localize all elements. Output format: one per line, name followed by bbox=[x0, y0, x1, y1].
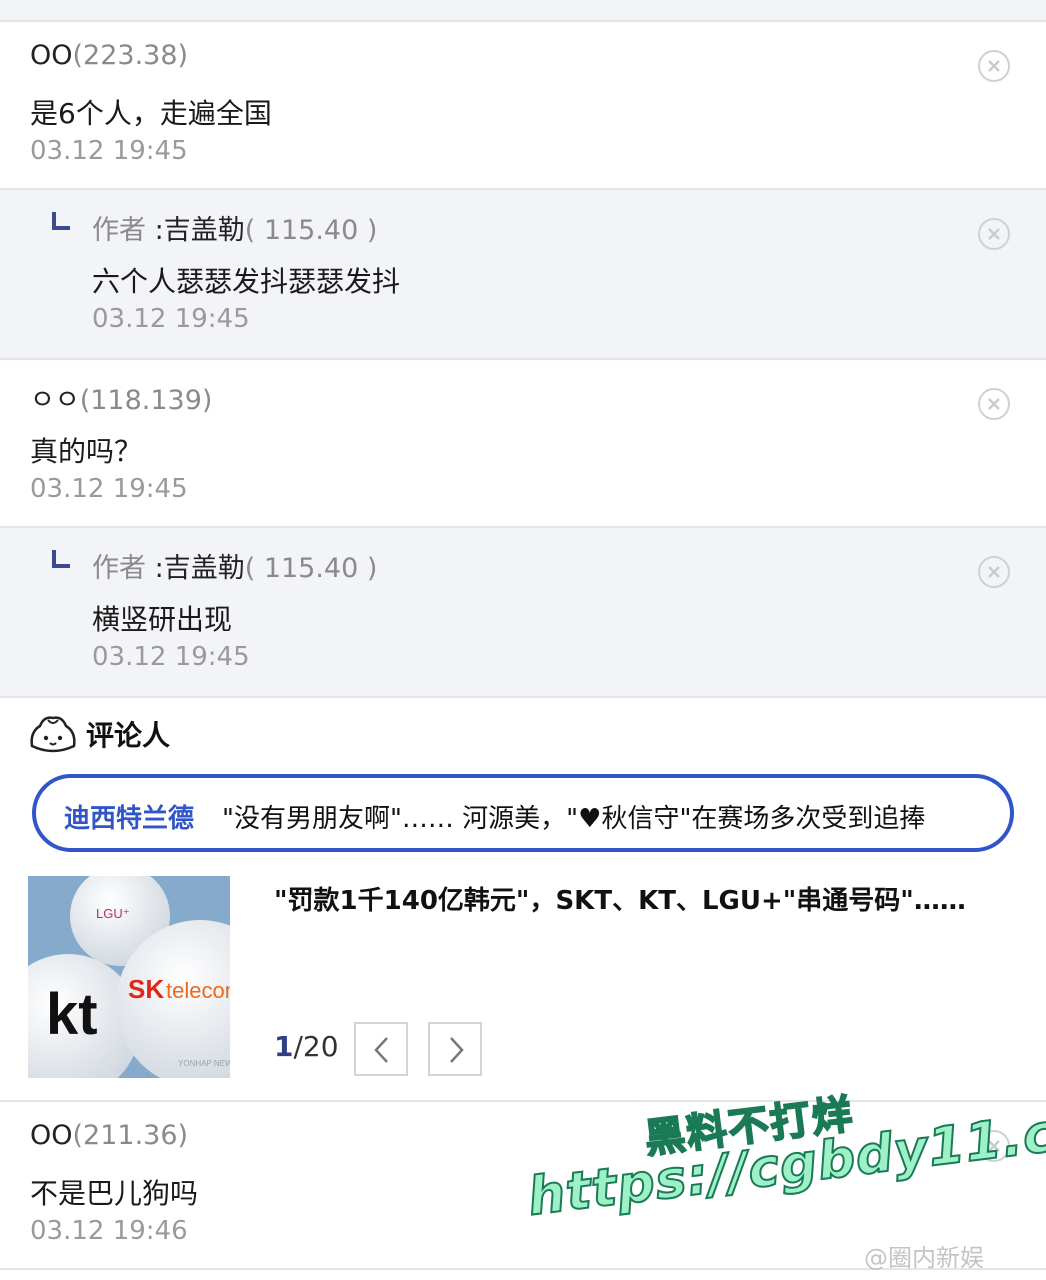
comment-text: 不是巴儿狗吗 bbox=[30, 1177, 199, 1210]
delete-button[interactable] bbox=[978, 50, 1010, 82]
news-headline: "没有男朋友啊"…… 河源美，"♥秋信守"在赛场多次受到追捧 bbox=[222, 804, 926, 834]
author-name: OO bbox=[30, 40, 73, 71]
author-name: :吉盖勒 bbox=[154, 215, 245, 246]
comment-time: 03.12 19:46 bbox=[30, 1216, 188, 1246]
comment-time: 03.12 19:45 bbox=[30, 474, 188, 504]
close-icon bbox=[988, 566, 1000, 578]
reply-arrow-icon bbox=[52, 212, 70, 230]
page-indicator: 1/20 bbox=[274, 1030, 339, 1063]
delete-button[interactable] bbox=[978, 388, 1010, 420]
author-ip: (223.38) bbox=[72, 40, 189, 71]
author-name: ㅇㅇ bbox=[30, 385, 80, 416]
news-headline-link[interactable]: 迪西特兰德 "没有男朋友啊"…… 河源美，"♥秋信守"在赛场多次受到追捧 bbox=[32, 774, 1014, 852]
telecom-logo: telecom bbox=[166, 978, 230, 1003]
next-page-button[interactable] bbox=[428, 1022, 482, 1076]
dumpling-icon bbox=[28, 712, 78, 760]
chevron-left-icon bbox=[374, 1037, 388, 1063]
comment-text: 真的吗？ bbox=[30, 435, 143, 468]
top-bar bbox=[0, 0, 1046, 22]
delete-button[interactable] bbox=[978, 556, 1010, 588]
comment-time: 03.12 19:45 bbox=[92, 642, 250, 672]
author-label: 作者 bbox=[92, 553, 146, 584]
reply-arrow-icon bbox=[52, 550, 70, 568]
comment-text: 横竖研出现 bbox=[92, 603, 233, 636]
kt-logo: kt bbox=[46, 982, 98, 1047]
section-title: 评论人 bbox=[86, 719, 171, 752]
news-thumbnail[interactable]: LGU⁺ kt SK telecom YONHAP NEWS bbox=[28, 876, 230, 1078]
reply-item: 作者 :吉盖勒( 115.40 ) 六个人瑟瑟发抖瑟瑟发抖 03.12 19:4… bbox=[0, 190, 1046, 360]
comment-author: OO(211.36) bbox=[30, 1120, 188, 1151]
close-icon bbox=[988, 60, 1000, 72]
yonhap-watermark: YONHAP NEWS bbox=[178, 1059, 230, 1068]
reply-item: 作者 :吉盖勒( 115.40 ) 横竖研出现 03.12 19:45 bbox=[0, 528, 1046, 698]
page-total: /20 bbox=[293, 1030, 339, 1063]
sk-logo: SK bbox=[128, 974, 164, 1004]
comment-item: ㅇㅇ(118.139) 真的吗？ 03.12 19:45 bbox=[0, 360, 1046, 528]
page-current: 1 bbox=[274, 1030, 294, 1063]
close-icon bbox=[988, 228, 1000, 240]
author-ip: ( 115.40 ) bbox=[244, 215, 378, 246]
comment-author: 作者 :吉盖勒( 115.40 ) bbox=[92, 208, 377, 247]
comment-author: OO(223.38) bbox=[30, 40, 188, 71]
close-icon bbox=[988, 398, 1000, 410]
author-name: :吉盖勒 bbox=[154, 553, 245, 584]
author-ip: (118.139) bbox=[79, 385, 213, 416]
delete-button[interactable] bbox=[978, 218, 1010, 250]
lgu-logo: LGU⁺ bbox=[96, 906, 130, 921]
comment-text: 六个人瑟瑟发抖瑟瑟发抖 bbox=[92, 265, 401, 298]
author-name: OO bbox=[30, 1120, 73, 1151]
story-title[interactable]: "罚款1千140亿韩元"，SKT、KT、LGU+"串通号码"…… bbox=[274, 880, 966, 917]
comment-time: 03.12 19:45 bbox=[30, 136, 188, 166]
prev-page-button[interactable] bbox=[354, 1022, 408, 1076]
news-source: 迪西特兰德 bbox=[64, 804, 195, 834]
weibo-watermark: @圈内新娱 bbox=[864, 1244, 984, 1272]
comment-item: OO(223.38) 是6个人，走遍全国 03.12 19:45 bbox=[0, 22, 1046, 190]
author-label: 作者 bbox=[92, 215, 146, 246]
chevron-right-icon bbox=[450, 1037, 464, 1063]
comment-author: 作者 :吉盖勒( 115.40 ) bbox=[92, 546, 377, 585]
comment-text: 是6个人，走遍全国 bbox=[30, 97, 272, 130]
author-ip: ( 115.40 ) bbox=[244, 553, 378, 584]
author-ip: (211.36) bbox=[72, 1120, 189, 1151]
comment-author: ㅇㅇ(118.139) bbox=[30, 378, 212, 417]
comment-time: 03.12 19:45 bbox=[92, 304, 250, 334]
